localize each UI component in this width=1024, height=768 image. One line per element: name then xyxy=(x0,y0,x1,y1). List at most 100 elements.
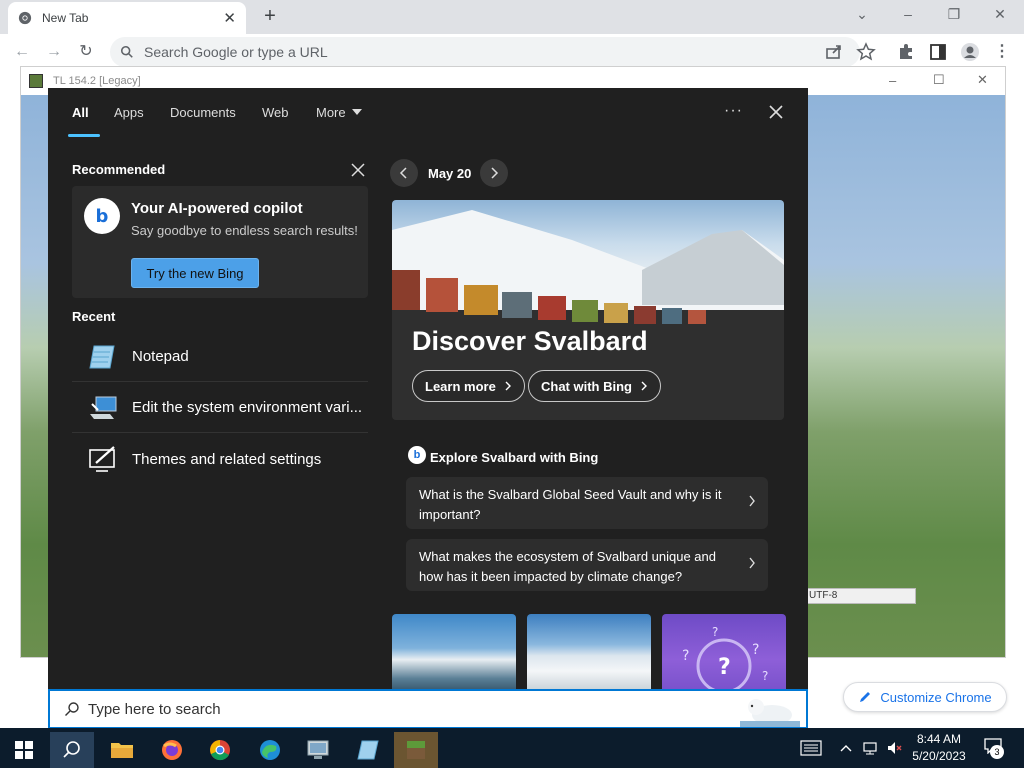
thumbnail-quiz[interactable]: ? ? ? ? ? xyxy=(662,614,786,690)
notepad-icon xyxy=(89,345,115,369)
windows-logo-icon xyxy=(15,741,33,759)
question-card-ecosystem[interactable]: What makes the ecosystem of Svalbard uni… xyxy=(406,539,768,591)
taskbar-firefox[interactable] xyxy=(150,732,194,768)
computer-settings-icon xyxy=(307,740,329,759)
omnibox[interactable]: Search Google or type a URL xyxy=(110,37,860,67)
restore-icon[interactable]: ❐ xyxy=(944,6,964,26)
edge-icon xyxy=(260,740,280,760)
minimize-icon[interactable]: – xyxy=(898,6,918,26)
inner-window-title: TL 154.2 [Legacy] xyxy=(53,75,141,87)
more-options-icon[interactable]: ··· xyxy=(724,102,743,120)
tab-web[interactable]: Web xyxy=(262,105,289,120)
tab-more[interactable]: More xyxy=(316,105,362,120)
search-input[interactable] xyxy=(88,700,688,718)
grass-block-icon xyxy=(29,74,43,88)
thumbnail-snowfield[interactable] xyxy=(527,614,651,690)
question-text: What is the Svalbard Global Seed Vault a… xyxy=(419,487,722,522)
thumbnail-mountains[interactable] xyxy=(392,614,516,690)
polar-bear-highlight-icon[interactable] xyxy=(740,691,800,727)
pencil-icon xyxy=(860,692,871,702)
taskbar-file-explorer[interactable] xyxy=(100,732,144,768)
bookmark-star-icon[interactable] xyxy=(856,42,876,62)
extensions-puzzle-icon[interactable] xyxy=(896,42,916,62)
taskbar-search-button[interactable] xyxy=(50,732,94,768)
next-date-button[interactable] xyxy=(480,159,508,187)
recent-heading: Recent xyxy=(72,309,116,324)
taskbar-chrome[interactable] xyxy=(198,732,242,768)
system-clock[interactable]: 8:44 AM 5/20/2023 xyxy=(906,731,972,765)
tab-apps[interactable]: Apps xyxy=(114,105,144,120)
taskbar-notepad[interactable] xyxy=(346,732,390,768)
reload-icon[interactable]: ↻ xyxy=(76,42,96,62)
inner-close-icon[interactable]: ✕ xyxy=(977,72,988,88)
taskbar-game-launcher[interactable] xyxy=(394,732,438,768)
clock-date: 5/20/2023 xyxy=(912,749,966,763)
recommended-heading: Recommended xyxy=(72,162,166,177)
omnibox-placeholder: Search Google or type a URL xyxy=(144,44,328,60)
tab-more-label: More xyxy=(316,105,346,120)
close-panel-icon[interactable] xyxy=(766,102,786,122)
tab-close-icon[interactable]: ✕ xyxy=(223,9,236,27)
chat-with-bing-button[interactable]: Chat with Bing xyxy=(528,370,661,402)
chrome-icon xyxy=(210,740,230,761)
tab-documents[interactable]: Documents xyxy=(170,105,236,120)
chevron-right-icon xyxy=(505,381,511,391)
close-window-icon[interactable]: ✕ xyxy=(990,6,1010,26)
chrome-menu-icon[interactable]: ⋮ xyxy=(992,42,1012,62)
tab-all[interactable]: All xyxy=(72,105,89,120)
copilot-subtitle: Say goodbye to endless search results! xyxy=(131,223,358,238)
taskbar-edge[interactable] xyxy=(248,732,292,768)
learn-more-button[interactable]: Learn more xyxy=(412,370,525,402)
forward-arrow-icon[interactable]: → xyxy=(44,42,64,62)
dismiss-recommended-icon[interactable] xyxy=(350,162,366,178)
network-icon[interactable] xyxy=(862,740,878,756)
search-icon xyxy=(65,702,79,716)
windows-search-panel: All Apps Documents Web More ··· Recommen… xyxy=(48,88,808,690)
profile-avatar-icon[interactable] xyxy=(960,42,980,62)
previous-date-button[interactable] xyxy=(390,159,418,187)
search-filter-tabs: All Apps Documents Web More ··· xyxy=(48,88,808,138)
show-hidden-icons-chevron-icon[interactable] xyxy=(838,740,854,756)
hero-title: Discover Svalbard xyxy=(412,326,648,356)
notification-center-button[interactable]: 3 xyxy=(984,738,1006,759)
notification-count-badge: 3 xyxy=(990,745,1004,759)
notepad-icon xyxy=(357,740,379,760)
customize-chrome-button[interactable]: Customize Chrome xyxy=(843,682,1007,712)
start-button[interactable] xyxy=(2,732,46,768)
chrome-toolbar: ← → ↻ Search Google or type a URL ⋮ xyxy=(0,34,1024,70)
tab-title: New Tab xyxy=(42,11,89,25)
back-arrow-icon[interactable]: ← xyxy=(12,42,32,62)
svalbard-hero-image[interactable]: Discover Svalbard Learn more Chat with B… xyxy=(392,200,784,420)
taskbar-control-panel[interactable] xyxy=(296,732,340,768)
bing-small-logo-icon: b xyxy=(408,446,426,464)
new-tab-plus-icon[interactable]: + xyxy=(260,6,280,26)
taskbar-search-box[interactable] xyxy=(48,689,808,729)
chat-with-bing-label: Chat with Bing xyxy=(541,378,632,394)
system-computer-icon xyxy=(90,396,117,419)
grass-block-icon xyxy=(407,741,425,759)
chrome-tab-strip: New Tab ✕ + ⌄ – ❐ ✕ xyxy=(0,0,1024,34)
try-new-bing-button[interactable]: Try the new Bing xyxy=(131,258,259,288)
share-icon[interactable] xyxy=(824,42,844,62)
explore-heading: Explore Svalbard with Bing xyxy=(430,450,599,465)
tab-new-tab[interactable]: New Tab ✕ xyxy=(8,2,246,34)
question-card-seed-vault[interactable]: What is the Svalbard Global Seed Vault a… xyxy=(406,477,768,529)
inner-minimize-icon[interactable]: – xyxy=(889,73,896,88)
recent-item-env-vars[interactable]: Edit the system environment vari... xyxy=(72,383,368,433)
input-indicator-icon[interactable] xyxy=(800,740,822,756)
active-tab-indicator xyxy=(68,134,100,137)
inner-maximize-icon[interactable]: ☐ xyxy=(933,72,945,88)
date-label: May 20 xyxy=(428,166,472,181)
chevron-right-icon xyxy=(641,381,647,391)
recent-item-label: Notepad xyxy=(132,348,189,365)
search-icon xyxy=(63,741,80,758)
tab-search-chevron-icon[interactable]: ⌄ xyxy=(852,6,872,26)
recent-item-label: Themes and related settings xyxy=(132,450,322,468)
copilot-card: b Your AI-powered copilot Say goodbye to… xyxy=(72,186,368,298)
recent-item-themes[interactable]: Themes and related settings xyxy=(72,434,368,484)
volume-muted-icon[interactable] xyxy=(886,740,902,756)
caret-down-icon xyxy=(351,109,362,115)
search-icon xyxy=(120,45,133,58)
side-panel-icon[interactable] xyxy=(928,42,948,62)
recent-item-notepad[interactable]: Notepad xyxy=(72,332,368,382)
